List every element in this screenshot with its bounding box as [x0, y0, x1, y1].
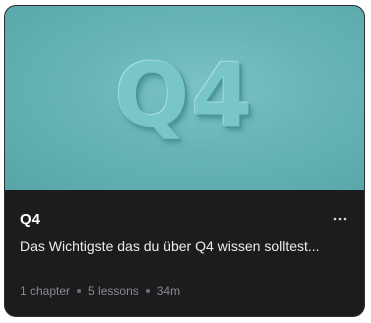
course-description: Das Wichtigste das du über Q4 wissen sol… — [20, 238, 320, 254]
separator-dot — [145, 289, 150, 293]
more-options-button[interactable] — [330, 209, 350, 229]
more-horizontal-icon — [333, 217, 347, 221]
course-thumbnail: Q4 — [5, 6, 364, 190]
course-duration: 34m — [156, 284, 181, 298]
course-meta: 1 chapter 5 lessons 34m — [20, 284, 180, 298]
chapter-count: 1 chapter — [20, 284, 71, 298]
course-title: Q4 — [20, 211, 41, 228]
lesson-count: 5 lessons — [88, 284, 139, 298]
separator-dot — [77, 289, 82, 293]
thumbnail-text: Q4 — [114, 44, 255, 147]
course-card[interactable]: Q4 Q4 Das Wichtigste das du über Q4 wiss… — [4, 5, 365, 317]
